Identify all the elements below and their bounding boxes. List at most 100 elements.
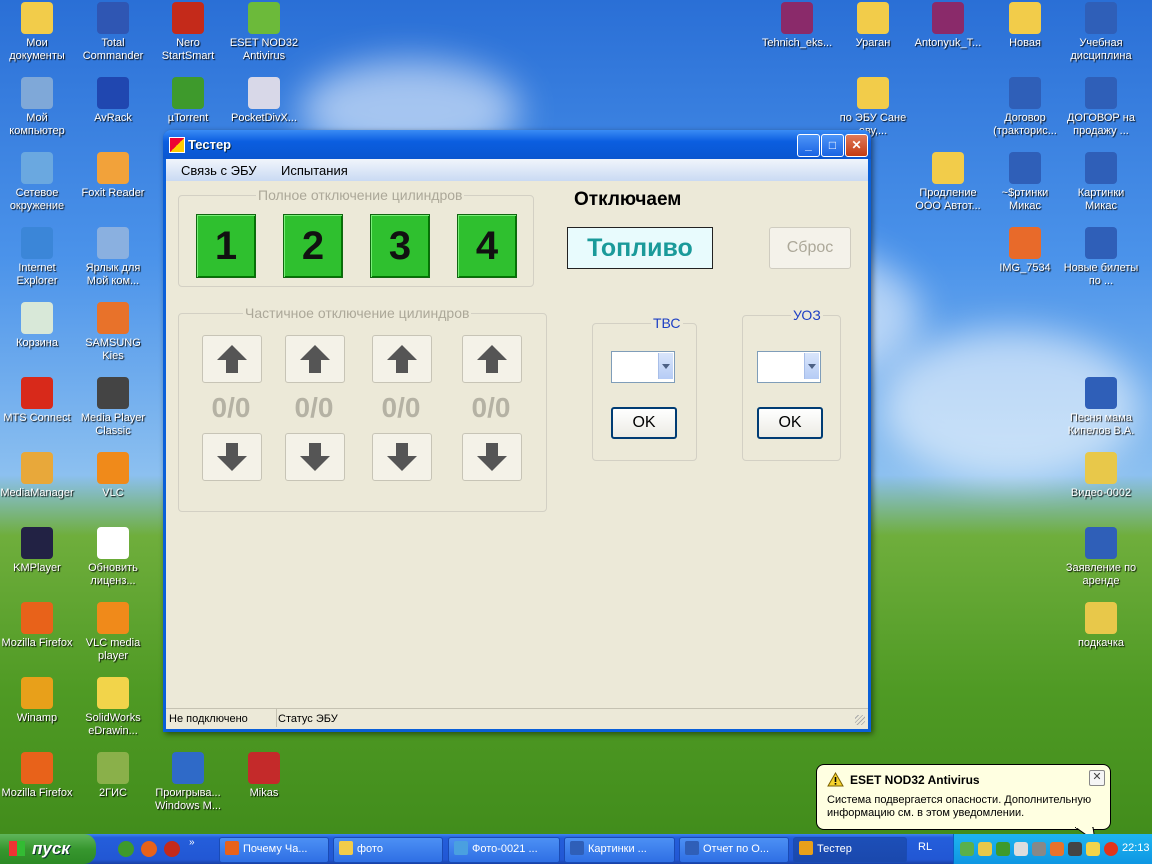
- taskbar-item[interactable]: фото: [333, 837, 443, 863]
- maximize-button[interactable]: □: [821, 134, 844, 157]
- tvs-ok-button[interactable]: OK: [611, 407, 677, 439]
- desktop-icon-left-5[interactable]: AvRack: [75, 77, 151, 125]
- cylinder-4-increase-button[interactable]: [462, 335, 522, 383]
- desktop-icon-right-0[interactable]: Tehnich_eks...: [759, 2, 835, 50]
- desktop-icon-left-7[interactable]: PocketDivX...: [226, 77, 302, 125]
- desktop-icon-left-10[interactable]: Internet Explorer: [0, 227, 75, 288]
- desktop-icon-left-13[interactable]: SAMSUNG Kies: [75, 302, 151, 363]
- cylinder-4-decrease-button[interactable]: [462, 433, 522, 481]
- desktop-icon-left-26[interactable]: Проигрыва... Windows M...: [150, 752, 226, 813]
- desktop-icon-left-1[interactable]: Total Commander: [75, 2, 151, 63]
- cylinder-3-decrease-button[interactable]: [372, 433, 432, 481]
- desktop-icon-right-1[interactable]: Ураган: [835, 2, 911, 50]
- cylinder-2-increase-button[interactable]: [285, 335, 345, 383]
- language-indicator[interactable]: RL: [918, 841, 932, 853]
- desktop-icon-label: IMG_7534: [999, 262, 1051, 274]
- resize-grip[interactable]: [855, 715, 865, 725]
- 2gis-icon: [97, 752, 129, 784]
- taskbar-item[interactable]: Фото-0021 ...: [448, 837, 560, 863]
- tray-app-icon[interactable]: [1086, 842, 1100, 856]
- desktop-icon-right-10[interactable]: Картинки Микас: [1063, 152, 1139, 213]
- desktop-icon-left-8[interactable]: Сетевое окружение: [0, 152, 75, 213]
- desktop-icon-left-17[interactable]: VLC: [75, 452, 151, 500]
- desktop-icon-right-15[interactable]: Заявление по аренде: [1063, 527, 1139, 588]
- opera-quicklaunch-icon[interactable]: [164, 841, 180, 857]
- desktop-icon-right-11[interactable]: IMG_7534: [987, 227, 1063, 275]
- app-icon[interactable]: [169, 137, 185, 153]
- desktop-icon-left-6[interactable]: µTorrent: [150, 77, 226, 125]
- desktop-icon-left-3[interactable]: ESET NOD32 Antivirus: [226, 2, 302, 63]
- arrow-up-icon: [300, 345, 330, 373]
- chevron-down-icon[interactable]: [804, 353, 819, 379]
- tray-app-icon[interactable]: [1068, 842, 1082, 856]
- close-button[interactable]: ✕: [845, 134, 868, 157]
- taskbar-item[interactable]: Картинки ...: [564, 837, 675, 863]
- desktop-icon-left-24[interactable]: Mozilla Firefox: [0, 752, 75, 800]
- desktop-icon-left-21[interactable]: VLC media player: [75, 602, 151, 663]
- desktop-icon-right-6[interactable]: Договор (тракторис...: [987, 77, 1063, 138]
- start-button[interactable]: пуск: [0, 834, 96, 864]
- desktop-icon-left-11[interactable]: Ярлык для Мой ком...: [75, 227, 151, 288]
- cylinder-1-increase-button[interactable]: [202, 335, 262, 383]
- taskbar-item[interactable]: Тестер: [793, 837, 907, 863]
- menu-ecu-connection[interactable]: Связь с ЭБУ: [181, 163, 256, 178]
- taskbar-item[interactable]: Отчет по О...: [679, 837, 789, 863]
- desktop-icon-right-14[interactable]: Видео-0002: [1063, 452, 1139, 500]
- cylinder-2-decrease-button[interactable]: [285, 433, 345, 481]
- tray-network-icon[interactable]: [1014, 842, 1028, 856]
- desktop-icon-right-2[interactable]: Antonyuk_T...: [910, 2, 986, 50]
- desktop-icon-left-23[interactable]: SolidWorks eDrawin...: [75, 677, 151, 738]
- desktop-icon-left-22[interactable]: Winamp: [0, 677, 75, 725]
- desktop-icon-left-15[interactable]: Media Player Classic: [75, 377, 151, 438]
- uoz-ok-button[interactable]: OK: [757, 407, 823, 439]
- utorrent-quicklaunch-icon[interactable]: [118, 841, 134, 857]
- desktop-icon-left-19[interactable]: Обновить лиценз...: [75, 527, 151, 588]
- desktop-icon-right-8[interactable]: Продление ООО Автот...: [910, 152, 986, 213]
- desktop-icon-left-2[interactable]: Nero StartSmart: [150, 2, 226, 63]
- desktop-icon-left-18[interactable]: KMPlayer: [0, 527, 75, 575]
- eset-notification[interactable]: ESET NOD32 Antivirus Система подвергаетс…: [816, 764, 1111, 843]
- cylinder-3-increase-button[interactable]: [372, 335, 432, 383]
- cylinder-1-decrease-button[interactable]: [202, 433, 262, 481]
- minimize-button[interactable]: _: [797, 134, 820, 157]
- taskbar-item[interactable]: Почему Ча...: [219, 837, 329, 863]
- tray-app-icon[interactable]: [978, 842, 992, 856]
- desktop-icon-left-14[interactable]: MTS Connect: [0, 377, 75, 425]
- notification-close-button[interactable]: ✕: [1089, 770, 1105, 786]
- desktop-icon-right-13[interactable]: Песня мама Кипелов В.А.: [1063, 377, 1139, 438]
- tray-app-icon[interactable]: [960, 842, 974, 856]
- desktop-icon-right-9[interactable]: ~$ртинки Микас: [987, 152, 1063, 213]
- mode-display[interactable]: Топливо: [567, 227, 713, 269]
- tray-eset-icon[interactable]: [1104, 842, 1118, 856]
- desktop-icon-right-5[interactable]: по ЭБУ Сане ову,...: [835, 77, 911, 138]
- uoz-select[interactable]: [757, 351, 821, 383]
- cylinder-2-button[interactable]: 2: [283, 214, 343, 278]
- desktop-icon-left-16[interactable]: MediaManager: [0, 452, 75, 500]
- desktop-icon-right-3[interactable]: Новая: [987, 2, 1063, 50]
- desktop-icon-left-27[interactable]: Mikas: [226, 752, 302, 800]
- reset-button[interactable]: Сброс: [769, 227, 851, 269]
- firefox-quicklaunch-icon[interactable]: [141, 841, 157, 857]
- title-bar[interactable]: Тестер _ □ ✕: [163, 130, 871, 159]
- desktop-icon-left-0[interactable]: Мои документы: [0, 2, 75, 63]
- desktop-icon-left-12[interactable]: Корзина: [0, 302, 75, 350]
- desktop-icon-left-20[interactable]: Mozilla Firefox: [0, 602, 75, 650]
- menu-tests[interactable]: Испытания: [281, 163, 348, 178]
- pocketdivx-icon: [248, 77, 280, 109]
- cylinder-1-button[interactable]: 1: [196, 214, 256, 278]
- desktop-icon-left-4[interactable]: Мой компьютер: [0, 77, 75, 138]
- tvs-select[interactable]: [611, 351, 675, 383]
- tray-app-icon[interactable]: [1032, 842, 1046, 856]
- tray-utorrent-icon[interactable]: [996, 842, 1010, 856]
- desktop-icon-left-9[interactable]: Foxit Reader: [75, 152, 151, 200]
- desktop-icon-right-12[interactable]: Новые билеты по ...: [1063, 227, 1139, 288]
- cylinder-4-button[interactable]: 4: [457, 214, 517, 278]
- desktop-icon-left-25[interactable]: 2ГИС: [75, 752, 151, 800]
- desktop-icon-right-4[interactable]: Учебная дисциплина: [1063, 2, 1139, 63]
- desktop-icon-right-16[interactable]: подкачка: [1063, 602, 1139, 650]
- tray-kies-icon[interactable]: [1050, 842, 1064, 856]
- cylinder-3-button[interactable]: 3: [370, 214, 430, 278]
- chevron-down-icon[interactable]: [658, 353, 673, 379]
- chevron-right-icon[interactable]: »: [189, 837, 195, 848]
- desktop-icon-right-7[interactable]: ДОГОВОР на продажу ...: [1063, 77, 1139, 138]
